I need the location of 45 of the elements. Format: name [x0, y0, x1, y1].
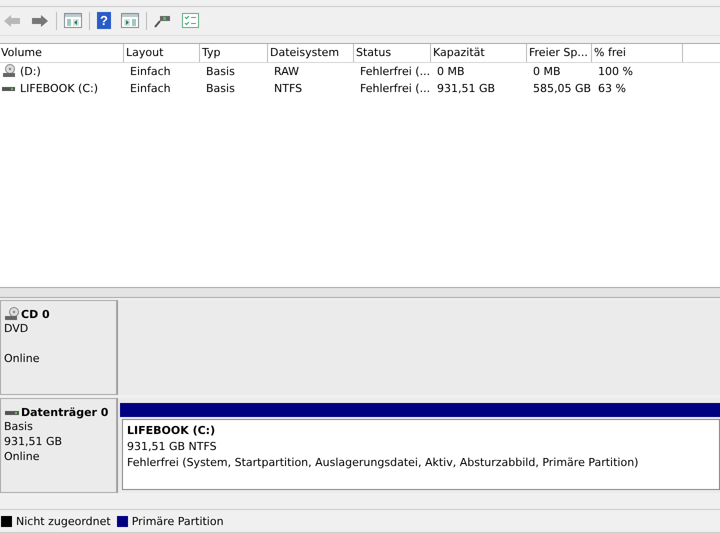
disk-name: Datenträger 0 [21, 406, 108, 419]
help-icon[interactable]: ? [94, 10, 114, 32]
column-header[interactable]: Volume [0, 44, 124, 62]
table-cell: Einfach [130, 64, 171, 78]
legend-label: Primäre Partition [132, 514, 224, 528]
table-cell: 100 % [598, 64, 633, 78]
disk-detail: 931,51 GB [4, 435, 62, 448]
partition-name: LIFEBOOK (C:) [127, 423, 216, 440]
column-header[interactable]: Freier Sp... [527, 44, 592, 62]
column-header[interactable]: Status [354, 44, 431, 62]
disk-info-panel[interactable]: CD 0 DVD Online [0, 300, 117, 396]
table-cell: 585,05 GB [533, 82, 592, 95]
table-cell: (D:) [20, 64, 41, 78]
disk-detail: DVD [4, 322, 28, 336]
disk-status: Online [4, 450, 40, 464]
disk-status: Online [4, 352, 40, 366]
partition-box[interactable]: LIFEBOOK (C:) 931,51 GB NTFS Fehlerfrei (System, Startpartition, Auslagerungsdatei, Aktiv, Absturzabbild, Primäre Partition) [122, 419, 720, 490]
panel-icon[interactable] [118, 11, 142, 30]
checklist-icon[interactable] [179, 11, 202, 30]
disk-info-panel[interactable]: Datenträger 0 Basis 931,51 GB Online [0, 398, 117, 494]
table-cell: Einfach [130, 82, 171, 95]
column-header[interactable]: Layout [124, 44, 200, 62]
disk-name: CD 0 [21, 308, 50, 321]
table-cell: 63 % [598, 82, 626, 95]
partition-size: 931,51 GB NTFS [127, 439, 218, 456]
table-cell: Basis [206, 82, 235, 95]
table-cell: 0 MB [533, 64, 561, 78]
disk-detail: Basis [4, 420, 33, 434]
cd-drive-icon [4, 307, 20, 322]
table-cell: Basis [206, 64, 235, 78]
table-cell: 0 MB [437, 64, 465, 78]
partition-status: Fehlerfrei (System, Startpartition, Auslagerungsdatei, Aktiv, Absturzabbild, Primäre Partition) [127, 455, 640, 472]
column-header[interactable]: Kapazität [431, 44, 527, 62]
legend-label: Nicht zugeordnet [16, 514, 111, 528]
table-cell: Fehlerfrei (... [360, 82, 430, 95]
table-cell: Fehlerfrei (... [360, 64, 430, 78]
table-cell: NTFS [274, 82, 302, 95]
column-header[interactable]: Typ [200, 44, 268, 62]
column-header[interactable]: % frei [592, 44, 683, 62]
table-cell: RAW [274, 64, 299, 78]
table-cell: LIFEBOOK (C:) [20, 82, 98, 95]
table-cell: 931,51 GB [437, 82, 496, 95]
splitter-bar[interactable] [0, 288, 720, 298]
column-header[interactable]: Dateisystem [268, 44, 354, 62]
panel-icon[interactable] [61, 11, 85, 30]
